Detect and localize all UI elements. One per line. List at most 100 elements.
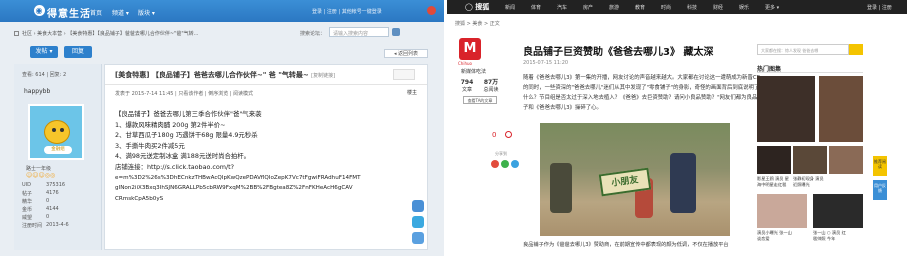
stat-row: 帖子 4176 [22,190,59,197]
nav-channel[interactable]: 频道 ▾ [112,8,129,17]
photo-person [550,163,572,213]
post-line: 1、爆款风味精肉脯 200g 第2件半价~ [115,120,226,129]
reads-stat: 87万 总阅读 [483,79,499,93]
nav-board[interactable]: 版块 ▾ [138,8,155,17]
stat-row: 注册时间 2013-4-6 [22,222,69,229]
avatar-banner: 金融组 [44,146,72,154]
nav-item[interactable]: 娱乐 [739,4,749,11]
news-search-input[interactable]: 大家都在搜：惊人发现 爸爸去哪 [757,44,849,55]
photo-person [670,153,696,213]
nav-more[interactable]: 更多 ▾ [765,4,779,11]
post-link[interactable]: gINon2iiX3Bxq3IhSJN6GRALLPb5cbRW9FxqM%2B… [115,183,411,194]
eye-icon [60,128,64,132]
comment-icon[interactable] [505,131,512,138]
hot-item-caption[interactable]: 张静初现身 演员 近照曝光 [793,176,829,187]
logo-text: 得意生活 [47,9,91,20]
nav-item[interactable]: 汽车 [557,4,567,11]
hot-item-caption[interactable]: 影星王鸥 演员 星海中明星走红毯 [757,176,793,187]
post-title: [美食特惠] 【良品铺子】爸爸去哪儿合作伙伴~" 爸 "气转最~ [复制链接] [115,71,336,79]
eye-icon [52,128,56,132]
forum-logo[interactable]: ◉ 得意生活 [34,5,91,20]
article-photo: 小朋友 [540,123,730,236]
nav-item[interactable]: 时尚 [661,4,671,11]
article-title: 良品铺子巨资赞助《爸爸去哪儿3》 藏太深 [523,47,714,58]
nav-home[interactable]: 首页 [90,8,102,17]
article-paragraph: 随着《爸爸去哪儿3》第一集的开播，网友讨论的声音越来越大。大家都在讨论这一遭萌成… [523,75,763,111]
login-links[interactable]: 登录 | 注册 [867,4,892,11]
hot-item-image[interactable] [757,194,807,228]
media-name[interactable]: 新媒体吃法 [461,68,486,75]
author-name[interactable]: happybb [24,88,50,95]
post-meta[interactable]: 发表于 2015-7-14 11:45 | 只看该作者 | 倒序浏览 | 阅读模… [115,90,253,97]
share-label: 分享到 [495,151,507,156]
media-logo-sub: Chihuo [458,61,472,66]
search-button[interactable] [392,28,400,36]
hot-item-image[interactable] [757,146,791,174]
stat-row: 精华 0 [22,198,50,205]
hot-item-caption[interactable]: 张一山 ○ 演员 红毯帅照 今年 [813,230,849,241]
nav-item[interactable]: 财经 [713,4,723,11]
weibo-icon[interactable] [491,160,499,168]
new-post-button[interactable]: 发帖 ▾ [30,46,58,58]
share-panel [412,200,428,250]
user-avatar-icon[interactable] [427,6,436,15]
breadcrumb-text[interactable]: 社区 › 美食大本营 › 【美食特惠】【良品铺子】爸爸去哪儿合作伙伴~"爸"气转… [22,31,198,37]
hot-item-caption[interactable]: 演员小曝光 张一山 谈恋爱 [757,230,793,241]
stat-row: 威望 0 [22,214,50,221]
edit-tools-button[interactable] [393,69,415,80]
qq-icon[interactable] [511,160,519,168]
divider [105,84,427,85]
forum-top-nav: ◉ 得意生活 首页 频道 ▾ 版块 ▾ 登录 | 注册 | 其他帐号一键登录 [0,0,444,22]
breadcrumb[interactable]: 搜狐 > 美食 > 正文 [455,20,500,27]
stat-row: 金币 4144 [22,206,59,213]
author-rank: 路士一年级 [26,166,52,172]
hot-item-image[interactable] [819,76,863,142]
favorite-icon[interactable] [412,216,424,228]
thread-stats: 查看: 614 | 回复: 2 [22,72,67,78]
comment-count[interactable]: 0 [492,131,496,139]
search-input[interactable]: 请输入搜索内容 [329,27,389,37]
view-articles-button[interactable]: 查看TA的文章 [463,96,497,104]
back-to-list-button[interactable]: ◂ 返回列表 [384,49,428,58]
nav-item[interactable]: 旅游 [609,4,619,11]
nav-item[interactable]: 新闻 [505,4,515,11]
bee-mascot-icon [44,120,70,144]
post-link[interactable]: CRmskCpA5b0yS [115,194,411,205]
qrcode-icon[interactable] [412,232,424,244]
hot-item-image[interactable] [813,194,863,228]
nav-item[interactable]: 房产 [583,4,593,11]
hot-item-image[interactable] [829,146,863,174]
post-line: 4、满98元送定制冰盒 满188元送时尚合拍杆。 [115,152,251,161]
share-icon[interactable] [412,200,424,212]
side-tab-recommend[interactable]: 推荐阅读 [873,156,887,176]
floor-label: 楼主 [406,90,417,96]
post-body: 【良品铺子】爸爸去哪儿第三季合作伙伴"爸"气来袭 1、爆款风味精肉脯 200g … [115,109,411,204]
hot-item-image[interactable] [793,146,827,174]
side-tab-feedback[interactable]: 用户反馈 [873,180,887,200]
article-date: 2015-07-15 11:20 [523,60,569,66]
article-footer-text: 良品铺子作为《爸爸去哪儿3》赞助商，在前期宣传中都表现的颇为低调，不仅在播放平台 [523,242,729,248]
search-icon[interactable] [849,44,863,55]
media-logo[interactable]: M [459,38,481,60]
post-link[interactable]: e=m%3D2%26s%3DhECnkzTHBwAcQIpKwQzePDAVfl… [115,173,411,184]
sohu-logo[interactable]: ◯ 搜狐 [465,2,489,12]
post-content-box: [美食特惠] 【良品铺子】爸爸去哪儿合作伙伴~" 爸 "气转最~ [复制链接] … [104,64,428,250]
hot-item-image[interactable] [757,76,815,142]
news-panel: ◯ 搜狐 新闻 体育 汽车 房产 旅游 教育 时尚 科技 财经 娱乐 更多 ▾ … [447,0,907,256]
reply-button[interactable]: 回复 [64,46,92,58]
post-line: 2、甘草西瓜子180g 巧遇饼干68g 限量4.9元秒杀 [115,131,258,140]
nav-item[interactable]: 教育 [635,4,645,11]
articles-stat: 794 文章 [460,79,474,93]
breadcrumb: 社区 › 美食大本营 › 【美食特惠】【良品铺子】爸爸去哪儿合作伙伴~"爸"气转… [14,30,198,37]
logo-icon: ◉ [34,5,45,16]
nav-item[interactable]: 科技 [687,4,697,11]
forum-panel: ◉ 得意生活 首页 频道 ▾ 版块 ▾ 登录 | 注册 | 其他帐号一键登录 社区… [0,0,444,256]
media-stats: 794 文章 87万 总阅读 [455,77,505,93]
author-avatar[interactable]: 金融组 [28,104,84,160]
login-links[interactable]: 登录 | 注册 | 其他帐号一键登录 [312,8,382,15]
nav-item[interactable]: 体育 [531,4,541,11]
home-icon[interactable] [14,31,19,36]
wechat-icon[interactable] [501,160,509,168]
copy-link[interactable]: [复制链接] [311,73,335,79]
post-link[interactable]: 店铺连接：http://s.click.taobao.com/t? [115,162,411,173]
